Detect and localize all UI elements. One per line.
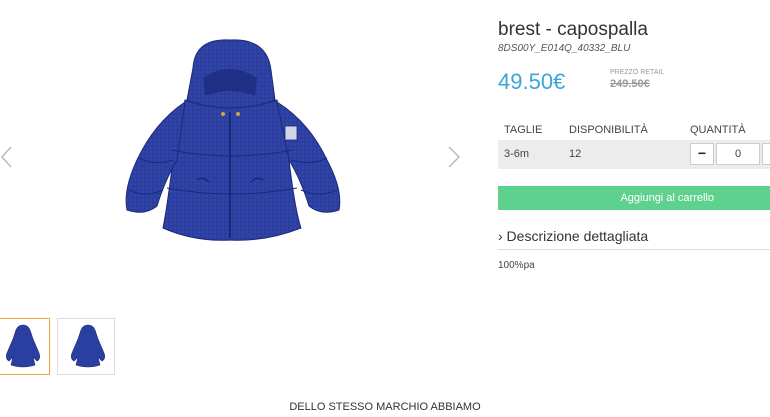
chevron-left-icon [0,146,12,168]
column-header-size: TAGLIE [504,124,543,136]
product-main-image [105,30,355,270]
thumbnail-jacket-image [71,324,105,368]
same-brand-heading: DELLO STESSO MARCHIO ABBIAMO [289,401,481,413]
next-image-button[interactable] [447,145,461,169]
add-to-cart-button[interactable]: Aggiungi al carrello [498,186,770,210]
retail-price: 249.50€ [610,78,650,90]
quantity-input[interactable] [716,143,760,165]
description-text: 100%pa [498,260,535,271]
thumbnail-2[interactable] [57,318,115,375]
product-sku: 8DS00Y_E014Q_40332_BLU [498,43,631,54]
column-header-quantity: QUANTITÀ [690,124,746,136]
thumbnail-jacket-image [6,324,40,368]
retail-price-label: PREZZO RETAIL [610,69,665,76]
product-title: brest - capospalla [498,19,648,40]
availability-value: 12 [569,148,582,160]
divider [498,249,770,250]
product-price: 49.50€ [498,69,566,94]
column-header-availability: DISPONIBILITÀ [569,124,648,136]
quantity-increase-button[interactable] [762,143,770,165]
quantity-decrease-button[interactable]: − [690,143,714,165]
thumbnail-1[interactable] [0,318,50,375]
chevron-right-icon [448,146,461,168]
prev-image-button[interactable] [0,145,14,169]
size-value: 3-6m [504,148,530,160]
description-toggle[interactable]: › Descrizione dettagliata [498,228,648,244]
